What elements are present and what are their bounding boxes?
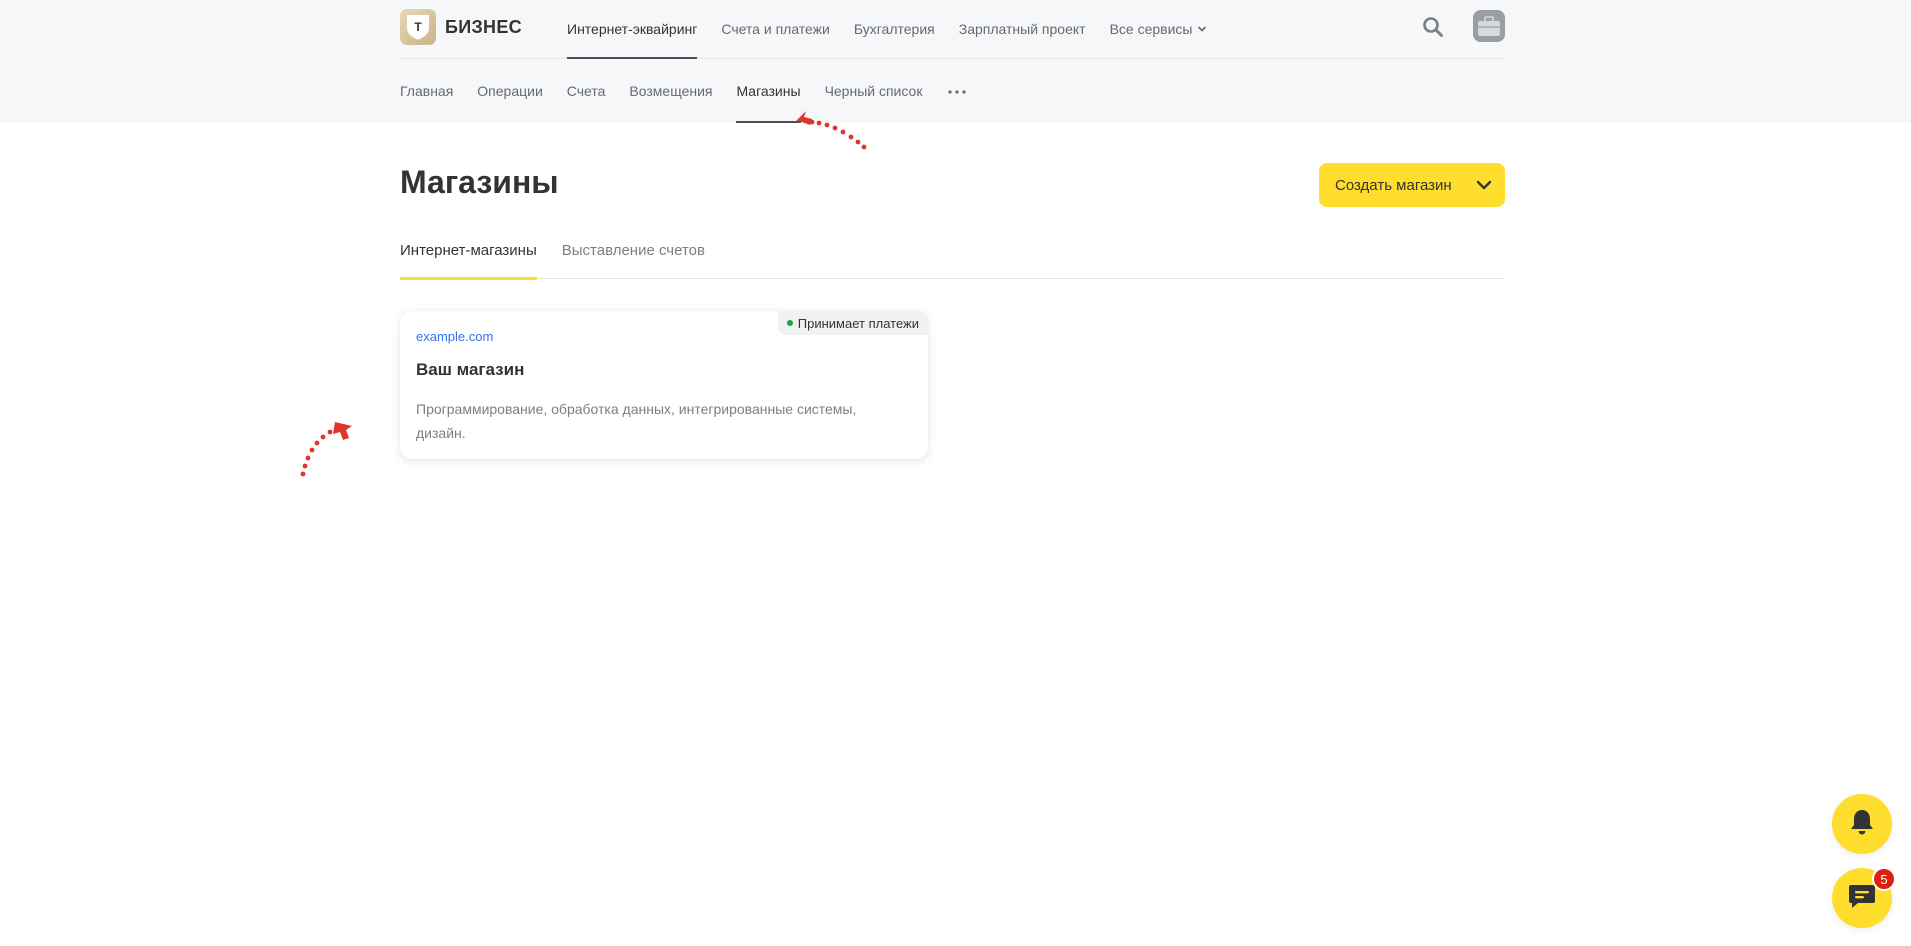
top-nav: Интернет-эквайринг Счета и платежи Бухга… <box>567 0 1207 59</box>
create-shop-button[interactable]: Создать магазин <box>1319 163 1505 207</box>
logo[interactable]: Т БИЗНЕС <box>400 9 522 45</box>
header: Т БИЗНЕС Интернет-эквайринг Счета и плат… <box>0 0 1911 123</box>
tab-invoicing[interactable]: Выставление счетов <box>562 228 705 279</box>
top-nav-label: Интернет-эквайринг <box>567 21 698 37</box>
sub-nav-operations[interactable]: Операции <box>477 60 543 123</box>
sub-nav-home[interactable]: Главная <box>400 60 453 123</box>
sub-nav: Главная Операции Счета Возмещения Магази… <box>400 60 968 123</box>
top-bar: Т БИЗНЕС Интернет-эквайринг Счета и плат… <box>400 0 1505 59</box>
page-title: Магазины <box>400 164 559 200</box>
shop-name: Ваш магазин <box>416 360 525 379</box>
more-dots-icon[interactable] <box>946 60 968 123</box>
chevron-down-icon <box>1197 2 1207 57</box>
svg-text:Т: Т <box>414 20 422 34</box>
bell-icon <box>1849 808 1875 841</box>
shop-url-link[interactable]: example.com <box>416 329 493 344</box>
top-nav-label: Счета и платежи <box>721 21 830 37</box>
top-nav-label: Зарплатный проект <box>958 21 1086 37</box>
create-shop-button-label: Создать магазин <box>1335 176 1452 194</box>
top-nav-internet-acquiring[interactable]: Интернет-эквайринг <box>567 0 698 59</box>
top-nav-label: Бухгалтерия <box>853 21 935 37</box>
annotation-arrow-card <box>300 422 352 477</box>
sub-nav-accounts[interactable]: Счета <box>567 60 606 123</box>
shop-description: Программирование, обработка данных, инте… <box>416 401 857 441</box>
logo-shield-icon: Т <box>400 9 436 45</box>
chat-button[interactable]: 5 <box>1832 867 1896 928</box>
notifications-button[interactable] <box>1832 794 1892 854</box>
top-nav-accounting[interactable]: Бухгалтерия <box>854 0 935 59</box>
shop-card[interactable]: Принимает платежи example.com Ваш магази… <box>400 311 928 459</box>
logo-text: БИЗНЕС <box>445 16 522 37</box>
status-dot-icon <box>786 320 793 326</box>
sub-nav-refunds[interactable]: Возмещения <box>629 60 712 123</box>
shop-tabs: Интернет-магазины Выставление счетов <box>400 228 1505 280</box>
top-nav-all-services[interactable]: Все сервисы <box>1110 0 1208 59</box>
tab-internet-shops[interactable]: Интернет-магазины <box>400 228 537 280</box>
unread-count-badge: 5 <box>1872 867 1896 891</box>
status-badge: Принимает платежи <box>777 311 928 335</box>
annotation-arrow-shops <box>796 111 867 150</box>
status-text: Принимает платежи <box>797 315 919 331</box>
briefcase-avatar-icon[interactable] <box>1473 10 1505 42</box>
chat-icon <box>1847 882 1877 915</box>
top-nav-salary-project[interactable]: Зарплатный проект <box>959 0 1086 59</box>
chevron-down-icon <box>1475 176 1493 194</box>
search-icon[interactable] <box>1422 16 1444 38</box>
top-nav-accounts-payments[interactable]: Счета и платежи <box>721 0 830 59</box>
top-nav-label: Все сервисы <box>1109 21 1193 37</box>
